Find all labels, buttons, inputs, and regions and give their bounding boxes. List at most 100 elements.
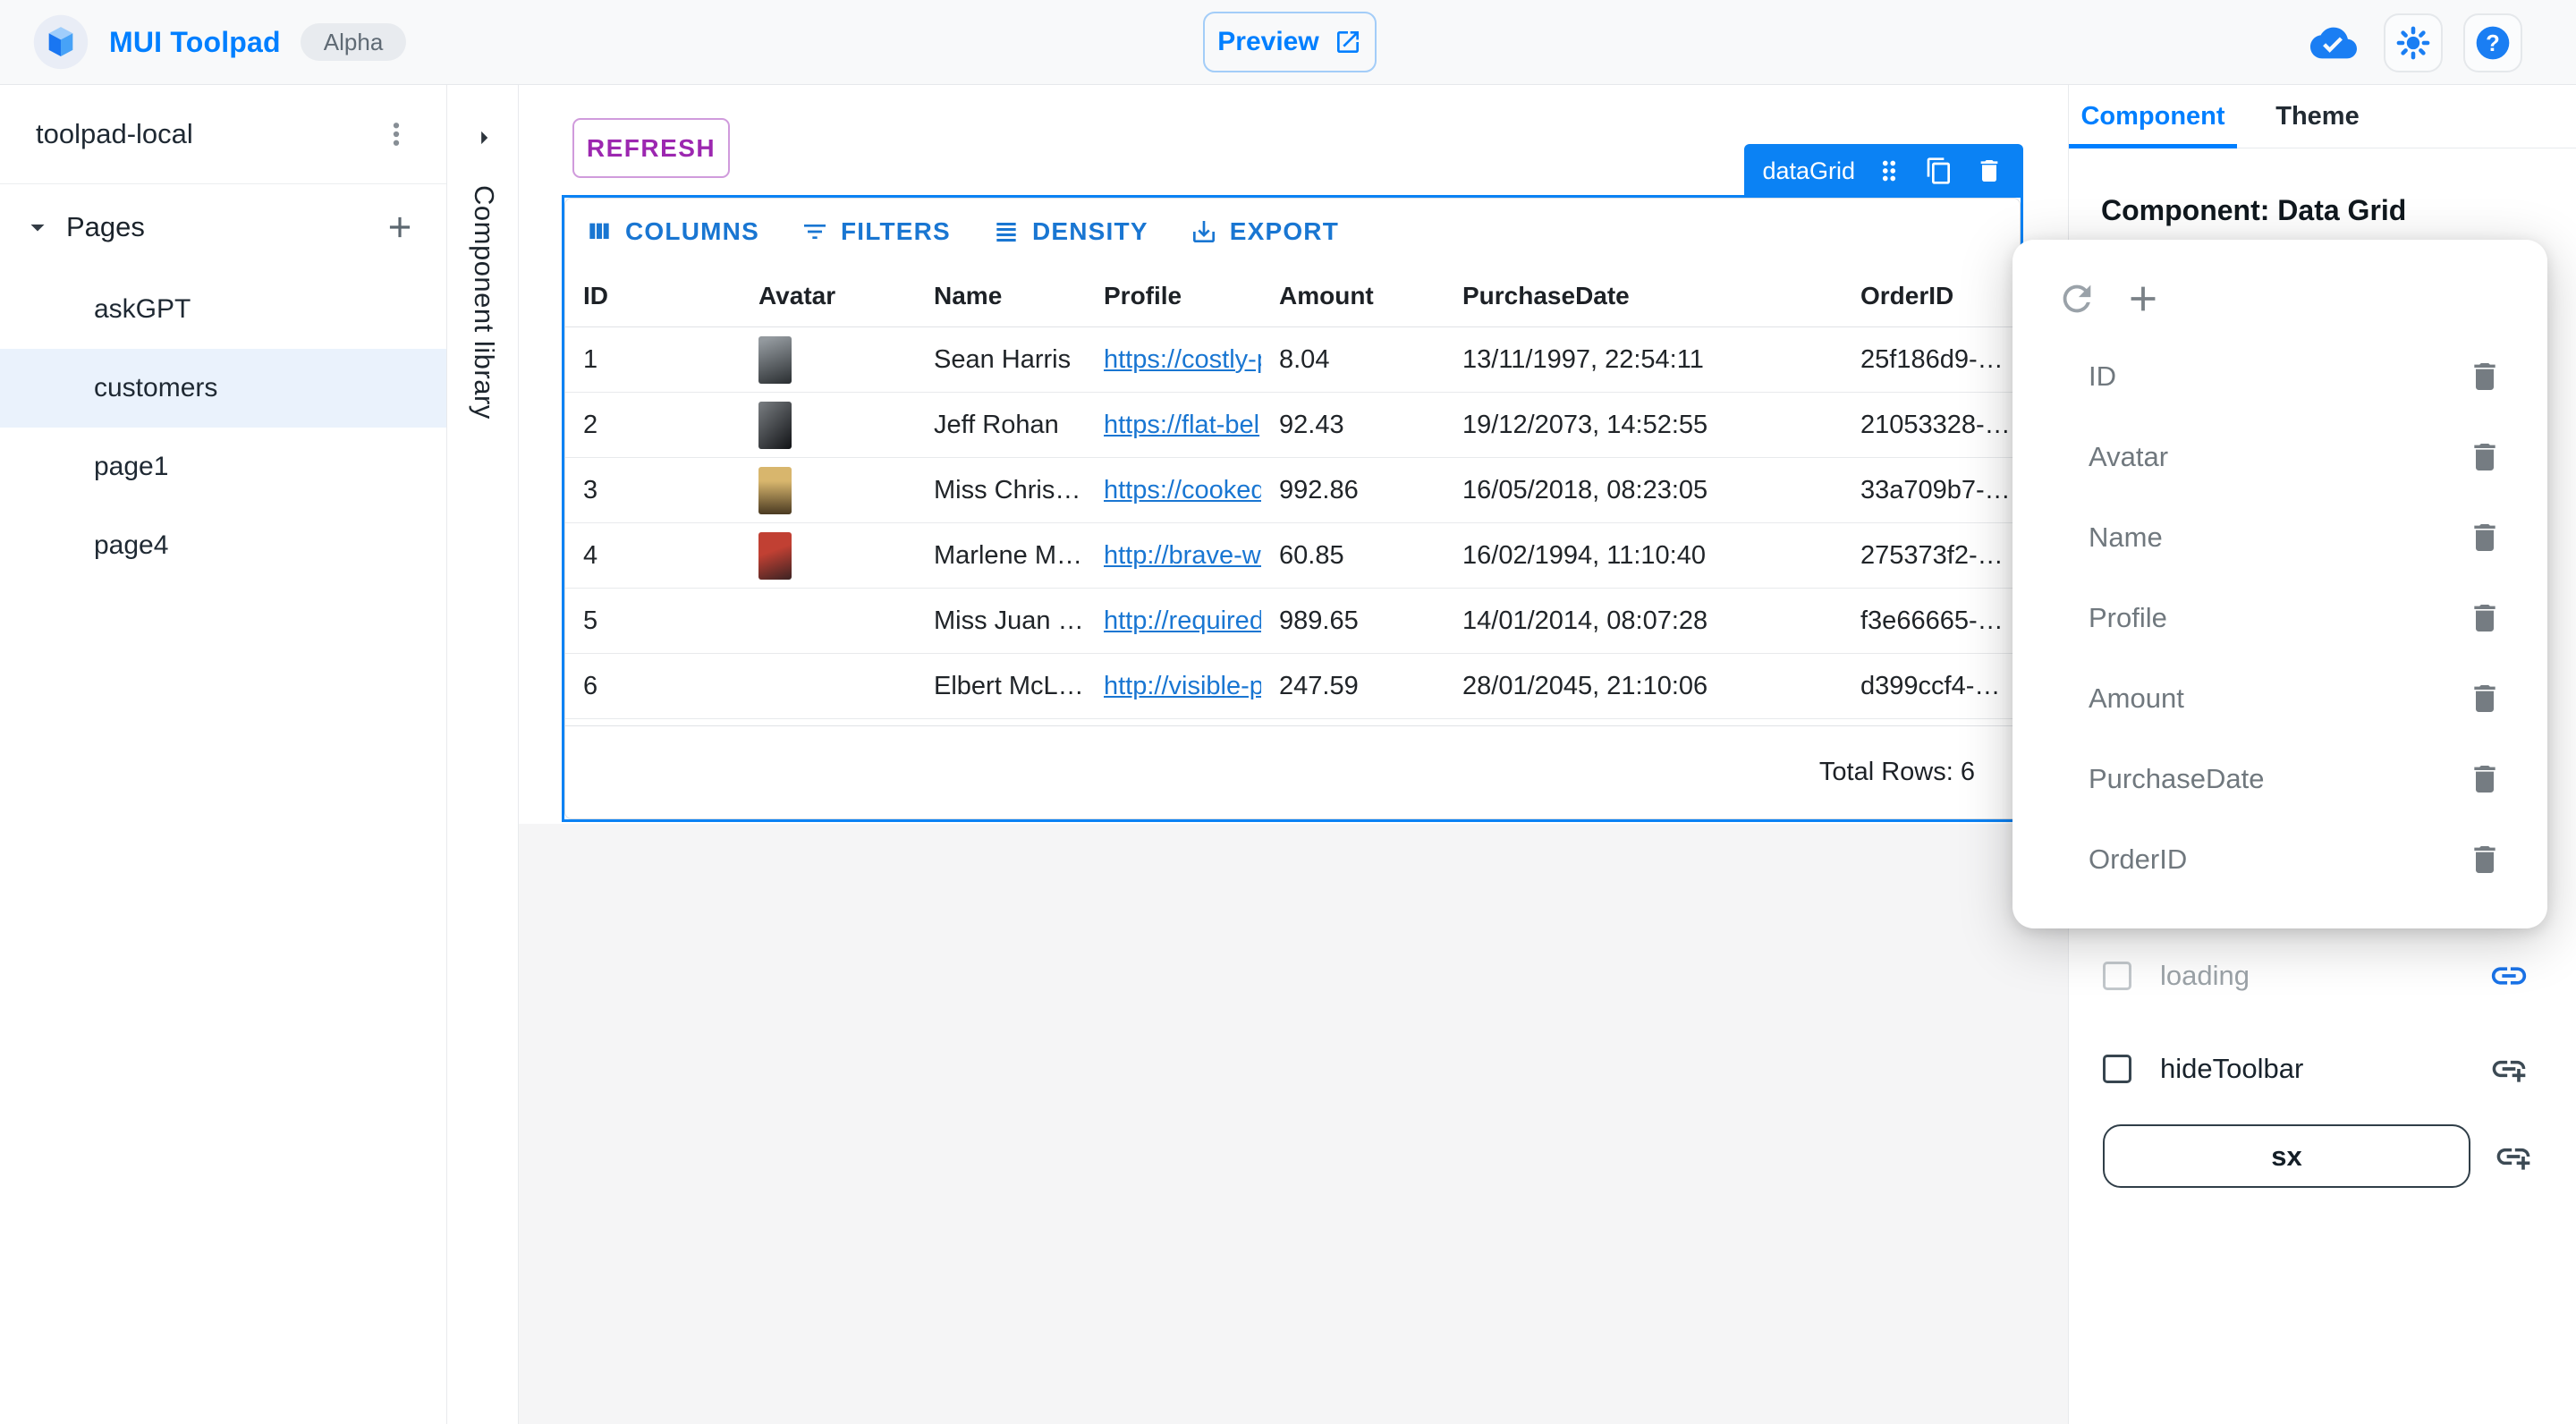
explorer-sidebar: toolpad-local Pages askGPT customers pag… bbox=[0, 85, 447, 1424]
refresh-button[interactable]: REFRESH bbox=[572, 118, 730, 178]
export-download-icon bbox=[1190, 217, 1218, 246]
chevron-right-icon[interactable] bbox=[469, 123, 499, 153]
cloud-done-icon bbox=[2304, 13, 2363, 72]
column-header-amount[interactable]: Amount bbox=[1261, 282, 1445, 310]
list-item-column-profile[interactable]: Profile bbox=[2012, 578, 2547, 658]
delete-column-button[interactable] bbox=[2465, 437, 2504, 477]
component-library-panel[interactable]: Component library bbox=[447, 85, 519, 1424]
inspector-tabs: Component Theme bbox=[2069, 85, 2576, 148]
cell-id: 4 bbox=[565, 541, 741, 571]
trash-icon bbox=[2467, 842, 2503, 877]
loading-checkbox[interactable] bbox=[2103, 962, 2131, 990]
cell-orderid: 21053328-… bbox=[1843, 411, 2020, 440]
delete-column-button[interactable] bbox=[2465, 679, 2504, 718]
list-item-column-avatar[interactable]: Avatar bbox=[2012, 417, 2547, 497]
sx-binding-button[interactable] bbox=[2492, 1135, 2535, 1178]
delete-component-button[interactable] bbox=[1973, 155, 2005, 187]
column-item-label: ID bbox=[2089, 360, 2116, 393]
table-row[interactable]: 4 Marlene M… http://brave-wo 60.85 16/02… bbox=[565, 523, 2020, 589]
tab-theme[interactable]: Theme bbox=[2237, 85, 2398, 148]
column-header-id[interactable]: ID bbox=[565, 282, 741, 310]
svg-text:?: ? bbox=[2486, 31, 2500, 56]
hidetoolbar-binding-button[interactable] bbox=[2487, 1047, 2530, 1090]
list-item-column-purchasedate[interactable]: PurchaseDate bbox=[2012, 739, 2547, 819]
help-button[interactable]: ? bbox=[2463, 13, 2522, 72]
column-header-profile[interactable]: Profile bbox=[1086, 282, 1261, 310]
add-column-button[interactable] bbox=[2122, 277, 2165, 320]
link-icon bbox=[2488, 955, 2529, 996]
sx-button[interactable]: sx bbox=[2103, 1124, 2470, 1188]
duplicate-component-button[interactable] bbox=[1923, 155, 1955, 187]
column-header-purchasedate[interactable]: PurchaseDate bbox=[1445, 282, 1843, 310]
table-row[interactable]: 6 Elbert McL… http://visible-p 247.59 28… bbox=[565, 654, 2020, 719]
cell-amount: 92.43 bbox=[1261, 411, 1445, 440]
cell-profile: http://visible-p bbox=[1086, 672, 1261, 701]
cell-orderid: f3e66665-… bbox=[1843, 606, 2020, 636]
grid-export-button[interactable]: EXPORT bbox=[1190, 217, 1339, 246]
tab-component[interactable]: Component bbox=[2069, 85, 2237, 148]
column-item-label: PurchaseDate bbox=[2089, 763, 2264, 795]
column-header-name[interactable]: Name bbox=[916, 282, 1086, 310]
sidebar-item-page1[interactable]: page1 bbox=[0, 428, 446, 506]
pages-collapse-toggle[interactable] bbox=[20, 209, 55, 245]
grid-columns-button[interactable]: COLUMNS bbox=[585, 217, 759, 246]
grid-filters-button[interactable]: FILTERS bbox=[801, 217, 951, 246]
theme-toggle-button[interactable] bbox=[2384, 13, 2443, 72]
table-row[interactable]: 5 Miss Juan … http://required- 989.65 14… bbox=[565, 589, 2020, 654]
view-columns-icon bbox=[585, 217, 614, 246]
add-link-icon bbox=[2494, 1137, 2533, 1176]
table-row[interactable]: 1 Sean Harris https://costly-p 8.04 13/1… bbox=[565, 327, 2020, 393]
sidebar-item-page4[interactable]: page4 bbox=[0, 506, 446, 585]
trash-icon bbox=[2467, 439, 2503, 475]
cell-purchasedate: 16/05/2018, 08:23:05 bbox=[1445, 476, 1843, 505]
table-row[interactable]: 3 Miss Chris… https://cooked- 992.86 16/… bbox=[565, 458, 2020, 523]
list-item-column-name[interactable]: Name bbox=[2012, 497, 2547, 578]
column-item-label: Avatar bbox=[2089, 441, 2168, 473]
cell-avatar bbox=[741, 336, 916, 384]
sidebar-item-askgpt[interactable]: askGPT bbox=[0, 270, 446, 349]
drag-handle-icon[interactable] bbox=[1873, 155, 1905, 187]
loading-binding-button[interactable] bbox=[2487, 954, 2530, 997]
project-menu-button[interactable] bbox=[377, 114, 416, 154]
refresh-columns-button[interactable] bbox=[2055, 277, 2098, 320]
cell-purchasedate: 19/12/2073, 14:52:55 bbox=[1445, 411, 1843, 440]
project-name: toolpad-local bbox=[36, 118, 193, 150]
avatar bbox=[758, 402, 792, 449]
avatar bbox=[758, 467, 792, 514]
list-item-column-orderid[interactable]: OrderID bbox=[2012, 819, 2547, 900]
hidetoolbar-checkbox[interactable] bbox=[2103, 1055, 2131, 1083]
cell-avatar bbox=[741, 532, 916, 580]
list-item-column-amount[interactable]: Amount bbox=[2012, 658, 2547, 739]
preview-button[interactable]: Preview bbox=[1203, 12, 1377, 72]
trash-icon bbox=[2467, 761, 2503, 797]
canvas-empty-area bbox=[519, 824, 2068, 1424]
delete-column-button[interactable] bbox=[2465, 759, 2504, 799]
delete-column-button[interactable] bbox=[2465, 840, 2504, 879]
delete-column-button[interactable] bbox=[2465, 357, 2504, 396]
cell-id: 1 bbox=[565, 345, 741, 375]
delete-column-button[interactable] bbox=[2465, 518, 2504, 557]
profile-link[interactable]: https://cooked- bbox=[1104, 476, 1261, 504]
sidebar-item-customers[interactable]: customers bbox=[0, 349, 446, 428]
selected-component-outline[interactable]: dataGrid bbox=[562, 195, 2023, 822]
table-row[interactable]: 2 Jeff Rohan https://flat-bel 92.43 19/1… bbox=[565, 393, 2020, 458]
delete-column-button[interactable] bbox=[2465, 598, 2504, 638]
grid-density-button[interactable]: DENSITY bbox=[992, 217, 1148, 246]
cell-profile: https://costly-p bbox=[1086, 345, 1261, 375]
profile-link[interactable]: https://costly-p bbox=[1104, 345, 1261, 374]
cell-name: Marlene M… bbox=[916, 541, 1086, 571]
profile-link[interactable]: http://brave-wo bbox=[1104, 541, 1261, 570]
mui-toolpad-logo-icon bbox=[32, 13, 89, 71]
profile-link[interactable]: https://flat-bel bbox=[1104, 411, 1259, 439]
list-item-column-id[interactable]: ID bbox=[2012, 336, 2547, 417]
column-item-label: Profile bbox=[2089, 602, 2167, 634]
column-header-avatar[interactable]: Avatar bbox=[741, 282, 916, 310]
open-in-new-icon bbox=[1334, 28, 1362, 56]
add-page-button[interactable] bbox=[380, 208, 419, 247]
column-header-orderid[interactable]: OrderID bbox=[1843, 282, 2020, 310]
inspector-heading: Component: Data Grid bbox=[2101, 194, 2406, 227]
cell-name: Miss Chris… bbox=[916, 476, 1086, 505]
app-bar-actions: ? bbox=[2304, 0, 2522, 85]
profile-link[interactable]: http://required- bbox=[1104, 606, 1261, 635]
profile-link[interactable]: http://visible-p bbox=[1104, 672, 1261, 700]
